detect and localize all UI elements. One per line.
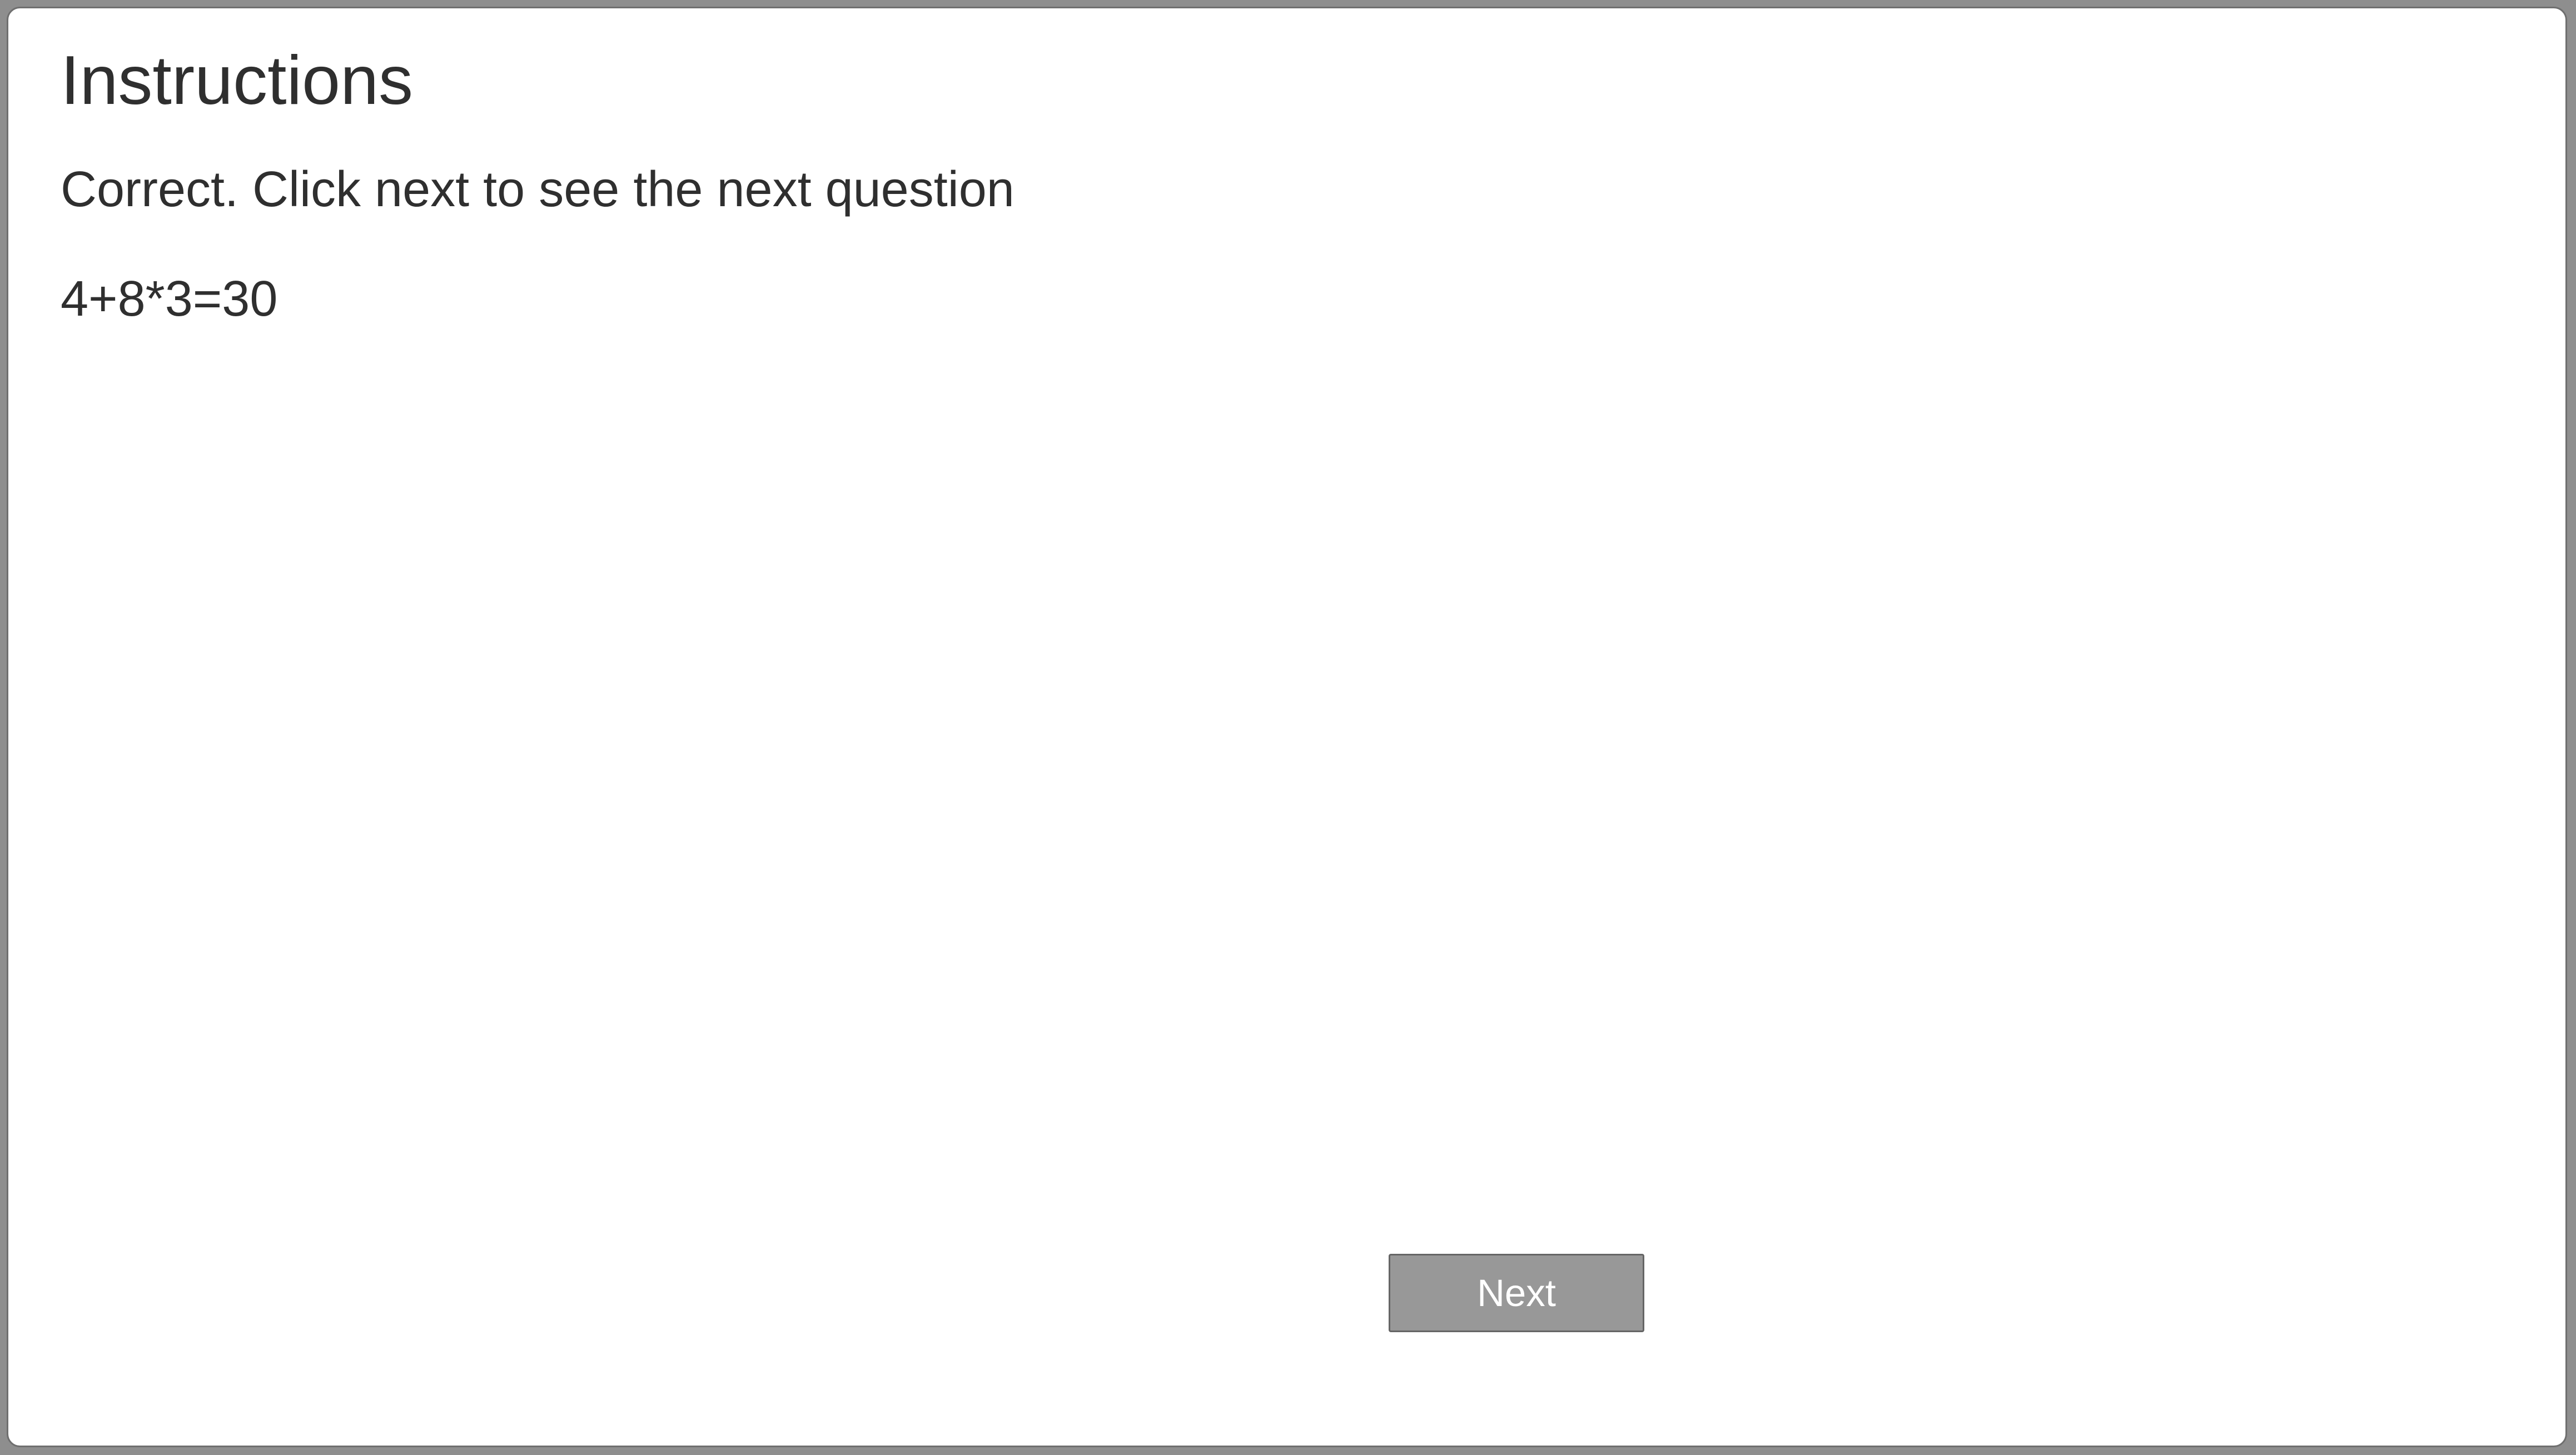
equation-text: 4+8*3=30 [61,271,278,327]
instructions-panel: Instructions Correct. Click next to see … [7,7,2567,1447]
page-title: Instructions [61,42,414,119]
feedback-message: Correct. Click next to see the next ques… [61,162,1015,217]
app-frame: Instructions Correct. Click next to see … [0,0,2576,1455]
next-button[interactable]: Next [1389,1254,1644,1332]
